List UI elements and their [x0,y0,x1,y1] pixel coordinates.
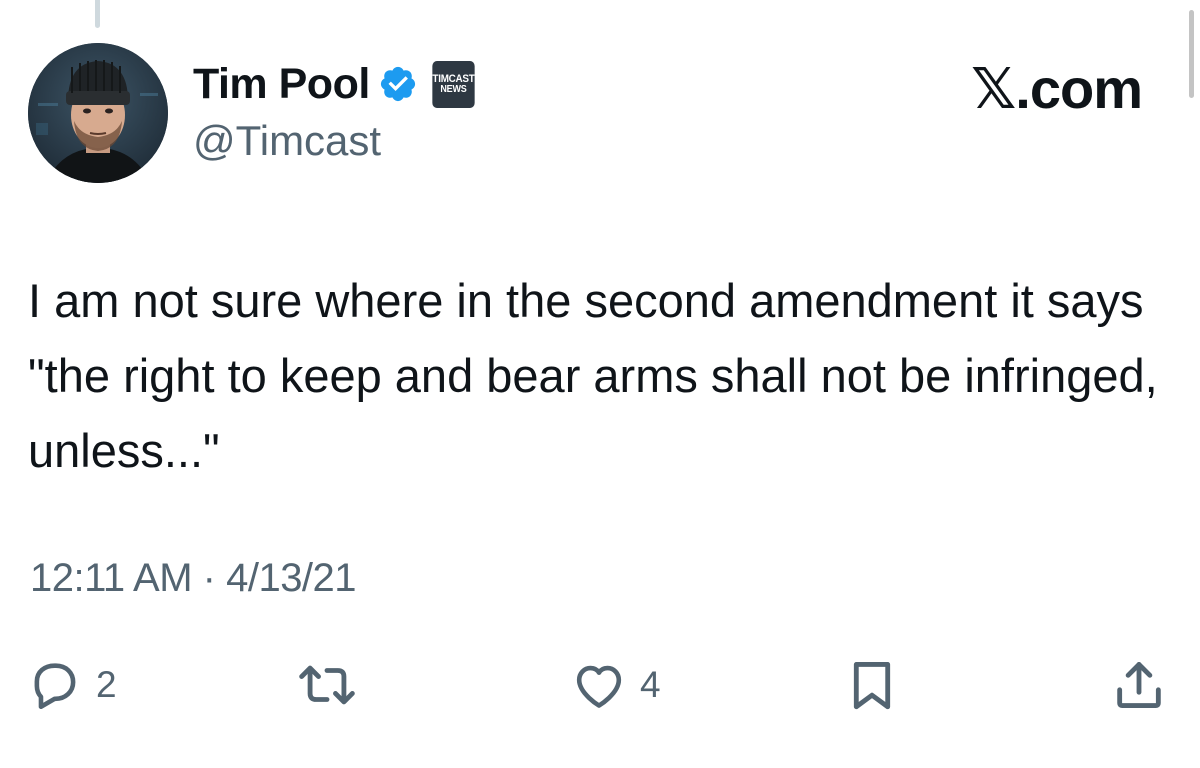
reply-count: 2 [96,664,117,705]
avatar-image [28,43,168,183]
retweet-button[interactable] [294,656,372,714]
share-icon [1117,662,1161,708]
tweet-text: I am not sure where in the second amendm… [28,274,1158,477]
scrollbar[interactable] [1189,10,1194,98]
author-display-name[interactable]: Tim Pool [193,60,370,109]
like-button[interactable]: 4 [570,656,661,714]
author-handle[interactable]: @Timcast [193,117,381,165]
share-button[interactable] [1110,656,1168,714]
verified-badge-icon[interactable] [378,64,418,104]
x-com-logo: 𝕏.com [971,57,1143,120]
heart-icon [576,665,622,708]
thread-connector-line [95,0,100,28]
affiliate-badge-line2: NEWS [440,83,467,95]
affiliate-badge[interactable]: TIMCAST NEWS [432,60,475,108]
author-name-row: Tim Pool TIMCAST NEWS [193,58,477,110]
tweet-timestamp[interactable]: 12:11 AM · 4/13/21 [30,556,357,601]
reply-bubble-icon [34,663,76,710]
reply-button[interactable]: 2 [26,656,117,714]
avatar[interactable] [28,43,168,183]
like-count: 4 [640,664,661,705]
retweet-icon [299,665,355,705]
tweet-card: Tim Pool TIMCAST NEWS @Timcast 𝕏.com I a… [0,0,1200,768]
bookmark-icon [853,662,891,710]
bookmark-button[interactable] [845,656,899,714]
